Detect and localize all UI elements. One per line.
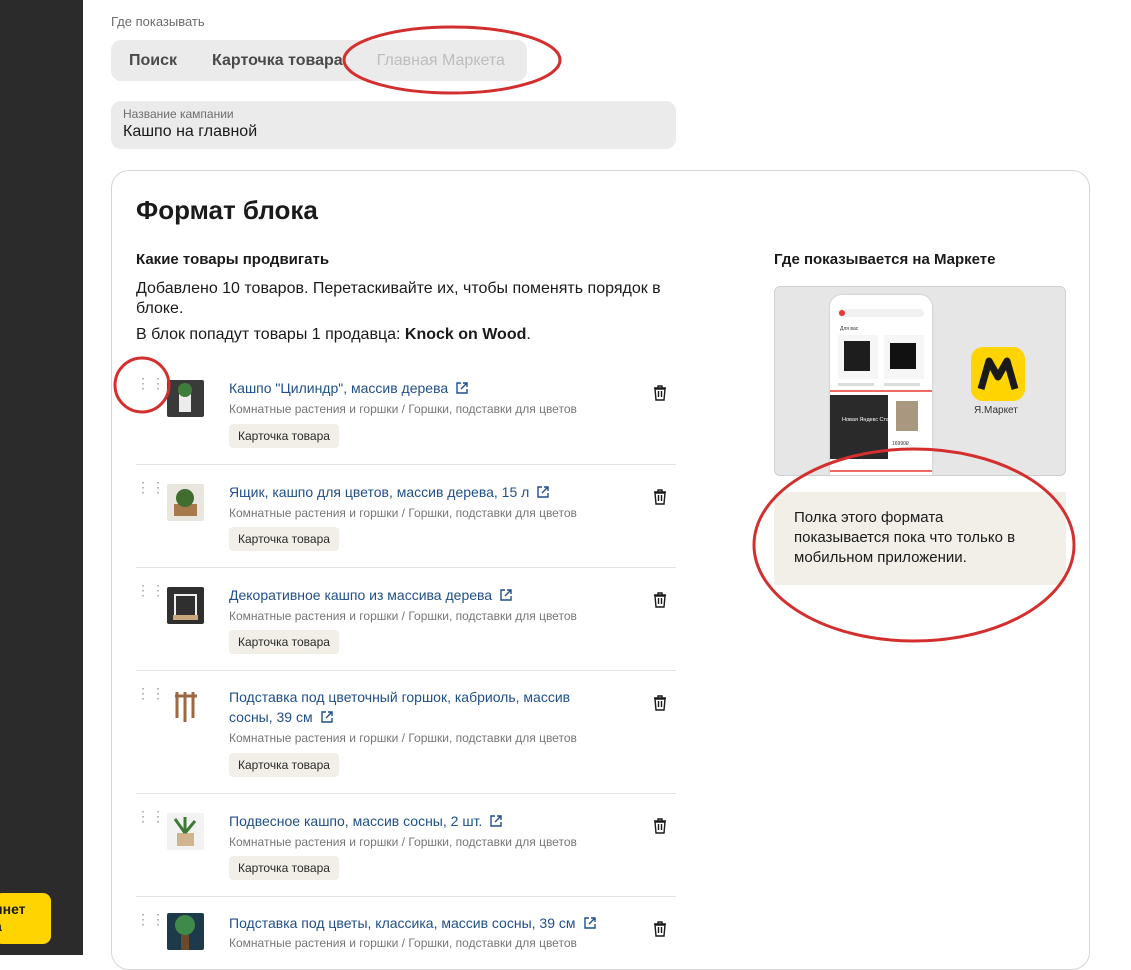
external-link-icon[interactable] [500,589,512,601]
product-thumbnail [167,688,204,725]
yandex-market-logo-icon [971,347,1025,401]
product-row: ⋮⋮ Подвесное кашпо, массив сосны, 2 шт. … [136,809,676,897]
drag-handle-icon[interactable]: ⋮⋮ [136,376,165,395]
trash-icon[interactable] [653,818,667,834]
product-title-link[interactable]: Ящик, кашпо для цветов, массив дерева, 1… [229,482,599,502]
trash-icon[interactable] [653,592,667,608]
info-notice-text: Полка этого формата показывается пока чт… [794,509,1016,566]
left-sidebar [0,0,83,955]
placement-option-product-card[interactable]: Карточка товара [177,52,343,70]
logo-caption: Я.Маркет [974,405,1018,416]
product-title-link[interactable]: Кашпо "Цилиндр", массив дерева [229,378,599,398]
product-row: ⋮⋮ Ящик, кашпо для цветов, массив дерева… [136,480,676,568]
product-badge: Карточка товара [229,527,339,551]
drag-handle-icon[interactable]: ⋮⋮ [136,809,165,828]
seller-name: Knock on Wood [404,326,527,343]
phone-section-title: Для вас [840,326,859,332]
product-badge: Карточка товара [229,630,339,654]
external-link-icon[interactable] [490,815,503,827]
drag-handle-icon[interactable]: ⋮⋮ [136,912,165,931]
info-notice: Полка этого формата показывается пока чт… [774,492,1066,585]
campaign-name-input[interactable] [123,123,664,141]
product-category: Комнатные растения и горшки / Горшки, по… [229,936,577,950]
external-link-icon[interactable] [537,486,550,498]
product-thumbnail [167,813,204,850]
product-badge: Карточка товара [229,753,339,777]
seller-text: В блок попадут товары 1 продавца: Knock … [136,326,531,343]
product-row: ⋮⋮ Кашпо "Цилиндр", массив дерева Комнат… [136,376,676,465]
campaign-name-field[interactable]: Название кампании [111,101,676,149]
drag-handle-icon[interactable]: ⋮⋮ [136,480,165,499]
placement-option-market-home[interactable]: Главная Маркета [343,52,505,70]
products-added-text: Добавлено 10 товаров. Перетаскивайте их,… [136,280,661,317]
trash-icon[interactable] [653,489,667,505]
products-heading: Какие товары продвигать [136,251,330,268]
trash-icon[interactable] [653,695,667,711]
product-title-link[interactable]: Подставка под цветочный горшок, кабриоль… [229,687,599,727]
placement-label: Где показывать [111,14,205,29]
placement-preview-image: Для вас Новая Яндекс Станция 16990₽ Я.Ма… [774,286,1066,476]
product-row: ⋮⋮ Подставка под цветочный горшок, кабри… [136,686,676,794]
cabinet-button[interactable]: инет а [0,893,51,944]
trash-icon[interactable] [653,385,667,401]
product-thumbnail [167,380,204,417]
promo-price: 16990₽ [892,441,910,447]
external-link-icon[interactable] [320,711,333,723]
drag-handle-icon[interactable]: ⋮⋮ [136,686,165,705]
product-category: Комнатные растения и горшки / Горшки, по… [229,609,577,623]
product-category: Комнатные растения и горшки / Горшки, по… [229,506,577,520]
product-title-link[interactable]: Подвесное кашпо, массив сосны, 2 шт. [229,811,599,831]
external-link-icon[interactable] [456,382,468,394]
product-category: Комнатные растения и горшки / Горшки, по… [229,402,577,416]
preview-heading: Где показывается на Маркете [774,251,996,268]
phone-screen: Для вас Новая Яндекс Станция 16990₽ [823,309,935,472]
product-title-link[interactable]: Декоративное кашпо из массива дерева [229,585,599,605]
product-row: ⋮⋮ Подставка под цветы, классика, массив… [136,912,676,963]
product-category: Комнатные растения и горшки / Горшки, по… [229,835,577,849]
trash-icon[interactable] [653,921,667,937]
phone-mockup: Для вас Новая Яндекс Станция 16990₽ [823,295,935,475]
campaign-name-label: Название кампании [123,107,234,121]
product-thumbnail [167,913,204,950]
product-badge: Карточка товара [229,424,339,448]
product-thumbnail [167,484,204,521]
product-category: Комнатные растения и горшки / Горшки, по… [229,731,577,745]
format-title: Формат блока [136,195,318,225]
placement-segmented-control: Поиск Карточка товара Главная Маркета [111,40,527,81]
product-badge: Карточка товара [229,856,339,880]
product-title-link[interactable]: Подставка под цветы, классика, массив со… [229,913,599,933]
placement-option-search[interactable]: Поиск [111,52,177,70]
drag-handle-icon[interactable]: ⋮⋮ [136,583,165,602]
product-thumbnail [167,587,204,624]
external-link-icon[interactable] [583,917,596,929]
product-row: ⋮⋮ Декоративное кашпо из массива дерева … [136,583,676,671]
